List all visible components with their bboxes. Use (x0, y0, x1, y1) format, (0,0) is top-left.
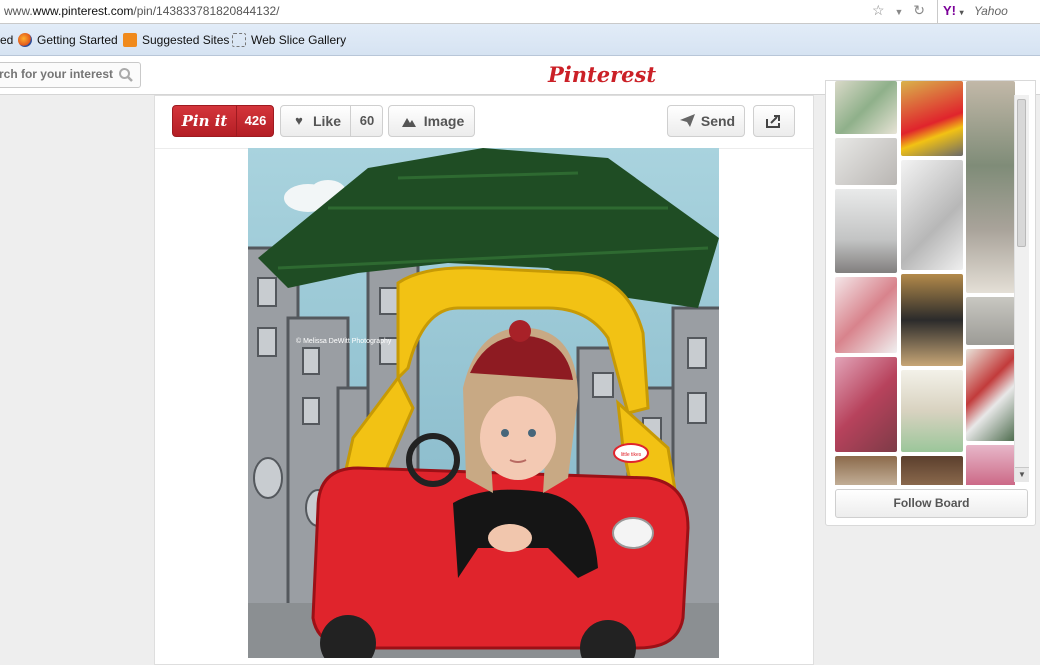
board-thumbnail[interactable] (966, 349, 1015, 441)
search-engine-box[interactable]: Y! ▾ Yahoo (937, 0, 1040, 23)
follow-board-button[interactable]: Follow Board (835, 489, 1028, 518)
like-button[interactable]: ♥ Like 60 (280, 105, 383, 137)
board-thumbnails (835, 81, 1015, 485)
board-thumbnail[interactable] (835, 189, 897, 273)
board-sidebar: ▼ Follow Board (825, 80, 1036, 526)
share-icon (754, 106, 794, 136)
send-icon (678, 106, 696, 136)
pin-image[interactable]: © Melissa DeWitt Photography little tike… (248, 148, 719, 658)
heart-icon: ♥ (295, 113, 303, 128)
star-icon[interactable]: ☆ (872, 2, 885, 18)
url-text[interactable]: www.www.pinterest.com/pin/14383378182084… (4, 4, 280, 18)
pin-card: Pin it 426 ♥ Like 60 Image Send © Meliss… (154, 95, 814, 665)
scrollbar-thumb[interactable] (1017, 99, 1026, 247)
board-thumbnail[interactable] (901, 370, 963, 452)
firefox-icon (18, 33, 32, 47)
dropdown-arrow-icon[interactable]: ▼ (894, 7, 903, 17)
image-label: Image (423, 113, 465, 129)
bookmark-suggested-sites[interactable]: Suggested Sites (123, 33, 229, 47)
pin-it-button[interactable]: Pin it 426 (172, 105, 274, 137)
board-thumbnail[interactable] (901, 160, 963, 270)
board-thumbnail[interactable] (901, 81, 963, 156)
board-thumbnail[interactable] (835, 277, 897, 353)
bookmark-label: Web Slice Gallery (251, 33, 347, 47)
board-thumbnail[interactable] (835, 81, 897, 134)
url-domain: www.pinterest.com (32, 4, 134, 18)
board-thumbnail[interactable] (835, 357, 897, 452)
search-input[interactable] (0, 66, 115, 82)
web-slice-icon (232, 33, 246, 47)
board-thumbnail[interactable] (835, 138, 897, 185)
bookmark-partial[interactable]: ed (0, 33, 13, 47)
car-badge: little tikes (621, 452, 642, 458)
pin-toolbar: Pin it 426 ♥ Like 60 Image Send (155, 96, 813, 149)
send-label: Send (700, 113, 736, 129)
like-label: Like (312, 113, 341, 129)
search-box[interactable] (0, 62, 141, 88)
yahoo-logo-icon[interactable]: Y! ▾ (943, 3, 964, 18)
image-icon (399, 106, 419, 136)
like-count: 60 (359, 113, 375, 128)
share-button[interactable] (753, 105, 795, 137)
search-icon[interactable] (118, 67, 134, 83)
board-thumbnail[interactable] (966, 81, 1015, 293)
repin-count: 426 (244, 113, 267, 128)
url-path: /pin/143833781820844132/ (133, 4, 280, 18)
pin-it-label: Pin it (181, 112, 228, 130)
bookmark-label: Getting Started (37, 33, 118, 47)
suggested-sites-icon (123, 33, 137, 47)
send-button[interactable]: Send (667, 105, 745, 137)
pinterest-logo[interactable]: Pinterest (548, 62, 656, 87)
photo-watermark: © Melissa DeWitt Photography (296, 337, 392, 345)
board-scrollbar[interactable]: ▼ (1014, 95, 1029, 482)
bookmark-web-slice-gallery[interactable]: Web Slice Gallery (232, 33, 346, 47)
reload-icon[interactable]: ↻ (913, 2, 925, 18)
address-bar[interactable]: www.www.pinterest.com/pin/14383378182084… (0, 0, 1040, 24)
bookmark-label: Suggested Sites (142, 33, 230, 47)
board-thumbnail[interactable] (835, 456, 897, 485)
bookmarks-bar: ed Getting Started Suggested Sites Web S… (0, 24, 1040, 56)
search-engine-label: Yahoo (974, 4, 1008, 18)
url-prefix: www. (4, 4, 33, 18)
image-button[interactable]: Image (388, 105, 475, 137)
board-thumbnail[interactable] (966, 445, 1015, 485)
board-thumbnail[interactable] (966, 297, 1015, 345)
scroll-down-arrow-icon[interactable]: ▼ (1015, 467, 1029, 482)
board-thumbnail[interactable] (901, 274, 963, 366)
board-thumbnail[interactable] (901, 456, 963, 485)
bookmark-getting-started[interactable]: Getting Started (18, 33, 118, 47)
